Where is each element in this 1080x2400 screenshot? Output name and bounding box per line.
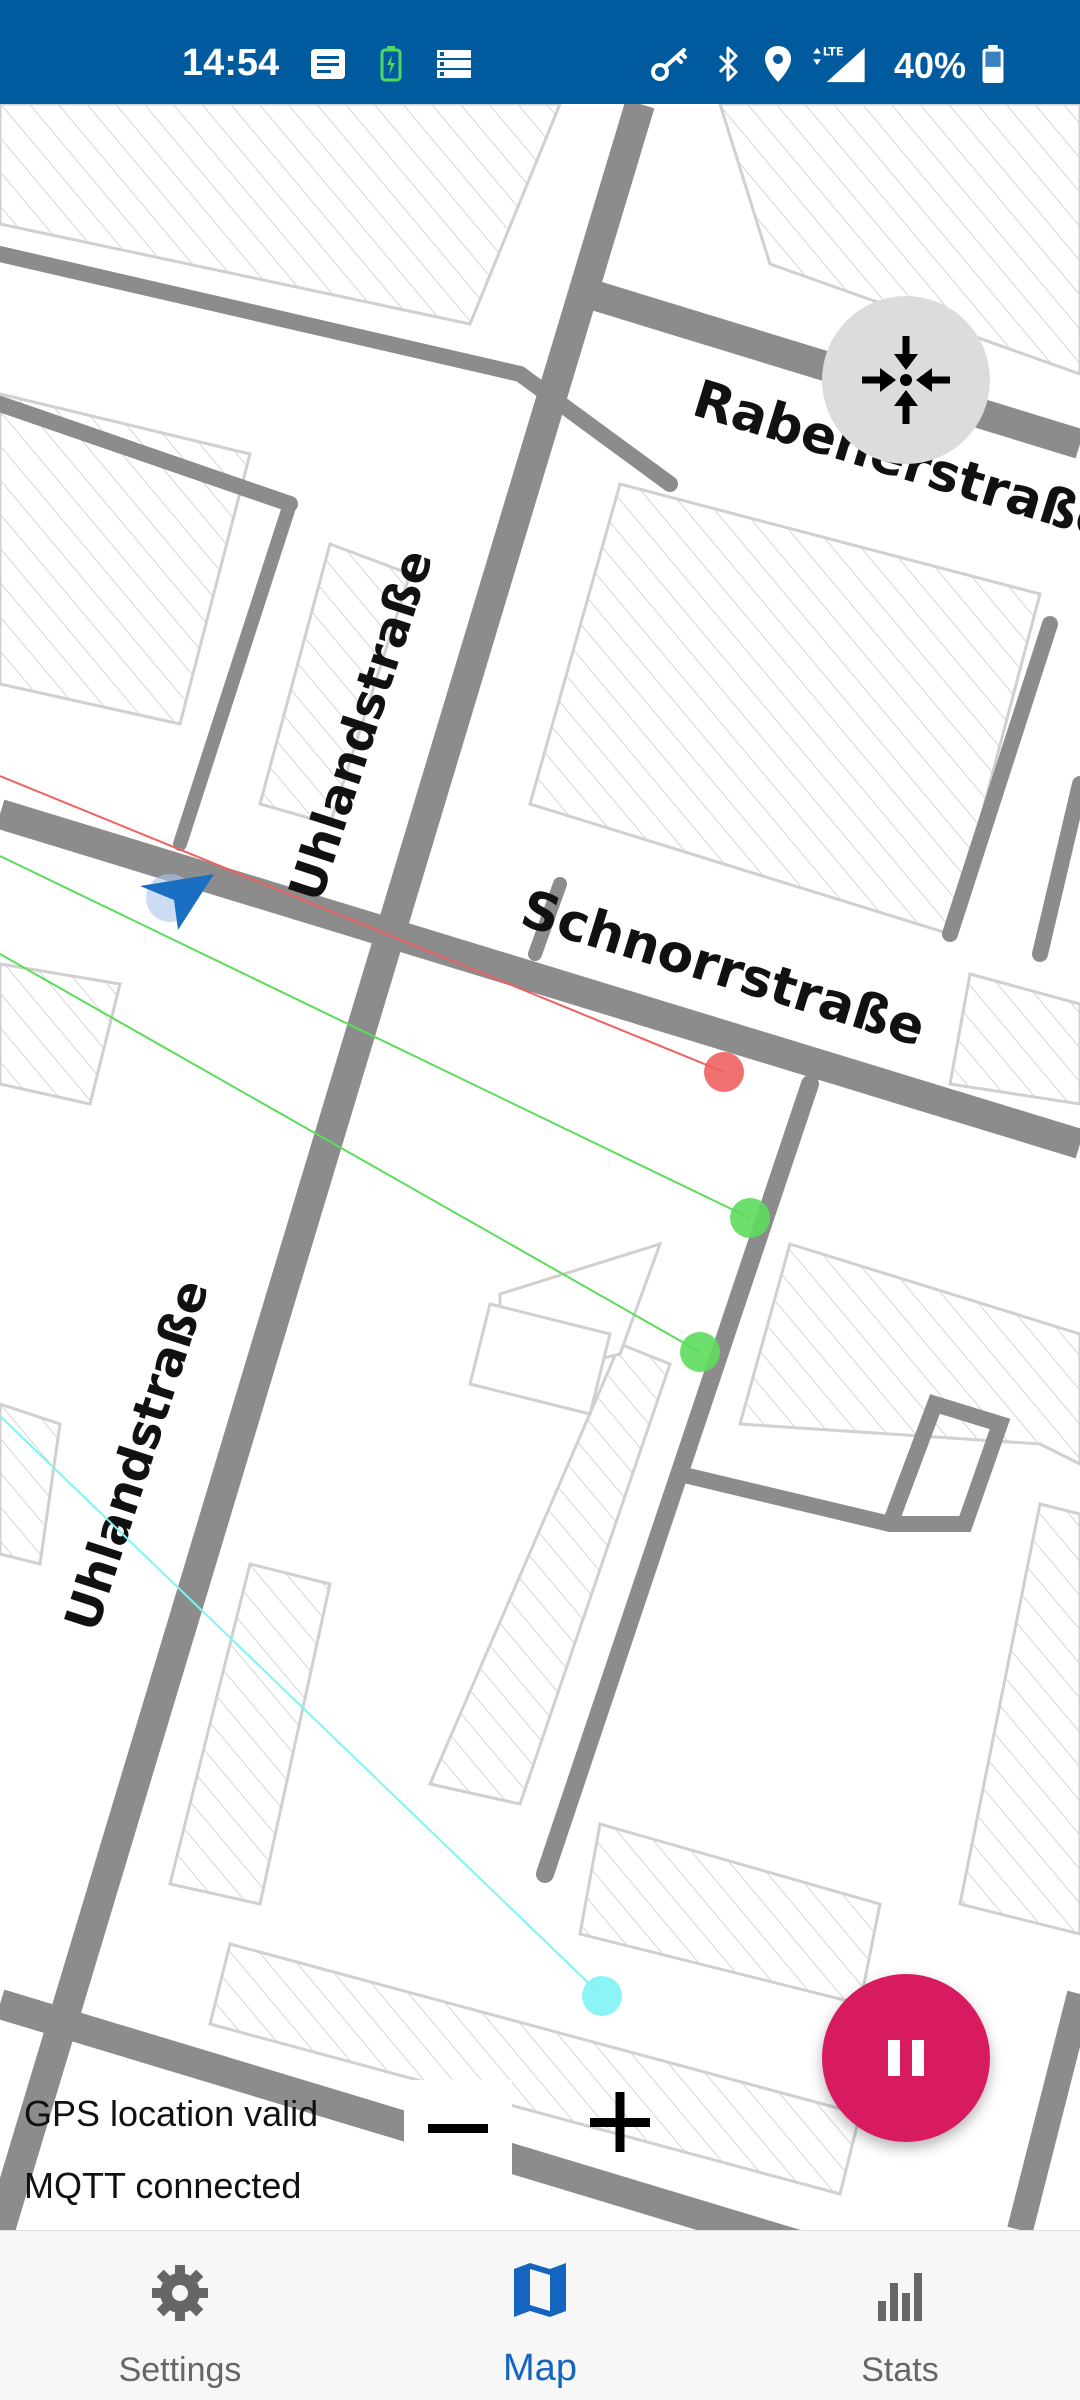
zoom-out-button[interactable] bbox=[404, 2080, 512, 2176]
battery-percentage: 40% bbox=[894, 45, 967, 86]
green-marker[interactable] bbox=[730, 1198, 770, 1238]
gps-status-text: GPS location valid bbox=[24, 2093, 319, 2134]
recenter-icon bbox=[862, 336, 950, 424]
bluetooth-icon bbox=[718, 46, 738, 82]
battery-icon bbox=[982, 44, 1004, 84]
storage-icon bbox=[437, 50, 471, 78]
pause-icon bbox=[888, 2040, 924, 2076]
nav-item-stats[interactable]: Stats bbox=[720, 2231, 1080, 2400]
gear-icon bbox=[152, 2265, 208, 2321]
nav-label-map: Map bbox=[503, 2347, 577, 2389]
bottom-navigation: Settings Map Stats bbox=[0, 2230, 1080, 2400]
status-time: 14:54 bbox=[182, 42, 280, 84]
location-icon bbox=[765, 46, 791, 82]
cyan-marker[interactable] bbox=[582, 1976, 622, 2016]
nav-label-settings: Settings bbox=[118, 2351, 242, 2389]
nav-item-map[interactable]: Map bbox=[360, 2231, 720, 2400]
vpn-key-icon bbox=[651, 48, 687, 81]
map-icon bbox=[514, 2263, 566, 2317]
message-icon bbox=[311, 49, 345, 79]
mqtt-status-text: MQTT connected bbox=[24, 2165, 302, 2206]
lte-signal-icon: LTE bbox=[813, 44, 865, 83]
zoom-in-button[interactable] bbox=[566, 2068, 674, 2176]
nav-item-settings[interactable]: Settings bbox=[0, 2231, 360, 2400]
svg-text:LTE: LTE bbox=[823, 44, 844, 58]
green-marker[interactable] bbox=[680, 1332, 720, 1372]
plus-icon bbox=[590, 2092, 650, 2152]
map-view[interactable]: Rabenerstraße Schnorrstraße Uhlandstraße… bbox=[0, 104, 1080, 2230]
screen: 14:54 LTE 40% Rabenerstraße Schnorrstraß… bbox=[0, 0, 1080, 2400]
bar-chart-icon bbox=[878, 2273, 922, 2321]
nav-label-stats: Stats bbox=[861, 2351, 939, 2389]
pause-button[interactable] bbox=[822, 1974, 990, 2142]
status-bar: 14:54 LTE 40% bbox=[0, 0, 1080, 104]
current-location-arrow bbox=[140, 874, 214, 930]
red-marker[interactable] bbox=[704, 1052, 744, 1092]
minus-icon bbox=[428, 2124, 488, 2133]
battery-saver-icon bbox=[380, 46, 402, 82]
recenter-button[interactable] bbox=[822, 296, 990, 464]
